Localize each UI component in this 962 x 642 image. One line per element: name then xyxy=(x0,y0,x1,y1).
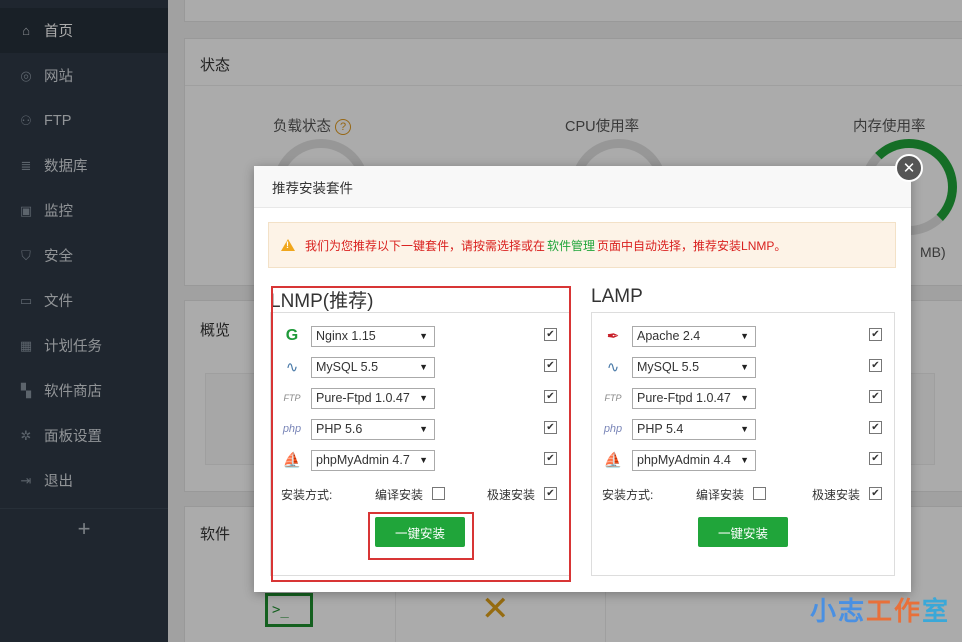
software-manage-link[interactable]: 软件管理 xyxy=(547,237,595,254)
lamp-version-select[interactable]: Pure-Ftpd 1.0.47 ▼ xyxy=(632,387,756,409)
lamp-version-select[interactable]: PHP 5.4 ▼ xyxy=(632,418,756,440)
mysql-icon: ∿ xyxy=(606,359,620,376)
selected-version: MySQL 5.5 xyxy=(637,360,700,374)
chevron-down-icon: ▼ xyxy=(740,362,749,372)
dialog-header: 推荐安装套件 xyxy=(254,166,911,208)
chevron-down-icon: ▼ xyxy=(740,393,749,403)
fast-install-checkbox[interactable] xyxy=(869,487,882,500)
alert-suffix: 页面中自动选择，推荐安装LNMP。 xyxy=(597,238,787,253)
warning-icon xyxy=(281,239,295,251)
selected-version: phpMyAdmin 4.4 xyxy=(637,453,731,467)
watermark-part: 室 xyxy=(921,596,950,626)
lamp-software-row: ∿ MySQL 5.5 ▼ xyxy=(602,356,756,378)
lamp-software-checkbox[interactable] xyxy=(869,390,882,403)
lamp-version-select[interactable]: Apache 2.4 ▼ xyxy=(632,325,756,347)
install-method-label: 安装方式: xyxy=(602,488,654,502)
chevron-down-icon: ▼ xyxy=(740,455,749,465)
lamp-version-select[interactable]: phpMyAdmin 4.4 ▼ xyxy=(632,449,756,471)
lamp-software-row: ✒ Apache 2.4 ▼ xyxy=(602,325,756,347)
watermark: 小志工作室 xyxy=(810,591,950,628)
lamp-software-checkbox[interactable] xyxy=(869,359,882,372)
lamp-version-select[interactable]: MySQL 5.5 ▼ xyxy=(632,356,756,378)
lamp-software-checkbox[interactable] xyxy=(869,452,882,465)
lamp-software-row: FTP Pure-Ftpd 1.0.47 ▼ xyxy=(602,387,756,409)
alert-prefix: 我们为您推荐以下一键套件，请按需选择或在 xyxy=(305,238,546,253)
lamp-software-checkbox[interactable] xyxy=(869,328,882,341)
watermark-part: 工作 xyxy=(865,596,922,626)
selected-version: Pure-Ftpd 1.0.47 xyxy=(637,391,731,405)
lamp-software-row: ⛵ phpMyAdmin 4.4 ▼ xyxy=(602,449,756,471)
lamp-software-row: php PHP 5.4 ▼ xyxy=(602,418,756,440)
install-button-highlight xyxy=(368,512,474,560)
compile-install-label: 编译安装 xyxy=(696,488,745,502)
compile-install-checkbox[interactable] xyxy=(753,487,766,500)
dialog-title: 推荐安装套件 xyxy=(272,180,353,196)
close-icon[interactable]: ✕ xyxy=(895,154,923,182)
recommend-install-dialog: 推荐安装套件 ✕ 我们为您推荐以下一键套件，请按需选择或在 软件管理 页面中自动… xyxy=(254,154,923,592)
chevron-down-icon: ▼ xyxy=(740,424,749,434)
lamp-title: LAMP xyxy=(591,286,643,307)
fast-install-label: 极速安装 xyxy=(812,488,861,502)
watermark-part: 小志 xyxy=(809,596,866,626)
php-icon: php xyxy=(603,423,623,435)
recommend-alert: 我们为您推荐以下一键套件，请按需选择或在 软件管理 页面中自动选择，推荐安装LN… xyxy=(268,222,896,268)
ftp-logo-icon: FTP xyxy=(604,393,622,403)
lamp-one-click-install-button[interactable]: 一键安装 xyxy=(698,517,788,547)
chevron-down-icon: ▼ xyxy=(740,331,749,341)
phpmyadmin-icon: ⛵ xyxy=(603,452,623,469)
lamp-stack: ✒ Apache 2.4 ▼ ∿ MySQL 5.5 ▼ FTP Pure-Ftpd 1.0.… xyxy=(591,312,895,576)
selected-version: PHP 5.4 xyxy=(637,422,684,436)
selected-version: Apache 2.4 xyxy=(637,329,701,343)
lamp-software-checkbox[interactable] xyxy=(869,421,882,434)
apache-icon: ✒ xyxy=(606,328,620,345)
